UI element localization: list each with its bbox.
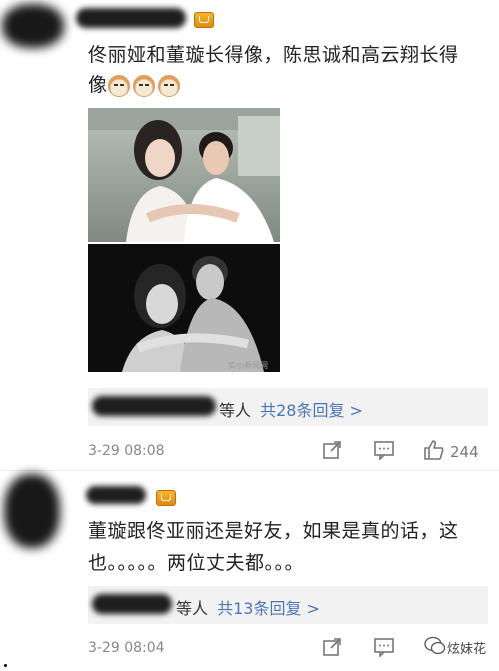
comment-icon[interactable] xyxy=(373,637,395,657)
thumbs-up-icon[interactable] xyxy=(423,439,445,461)
comment-icon[interactable] xyxy=(373,440,395,460)
reply-summary[interactable]: 等人 共13条回复 > xyxy=(176,595,320,619)
reply-suffix: 等人 xyxy=(176,599,209,618)
cat-emoji-icon xyxy=(132,74,155,97)
username-redacted[interactable] xyxy=(86,486,146,504)
cat-emoji-icon xyxy=(107,74,130,97)
avatar[interactable] xyxy=(4,474,60,548)
reply-count-link[interactable]: 共28条回复 > xyxy=(260,401,363,420)
username-redacted[interactable] xyxy=(76,8,186,28)
photo-watermark: 实小新闻网 xyxy=(228,361,268,370)
reply-suffix: 等人 xyxy=(219,401,252,420)
bottom-dot xyxy=(4,664,7,667)
comment-text-line-2: 像 xyxy=(88,70,183,97)
reply-username-redacted xyxy=(92,396,216,416)
corner-watermark: 炫妹花 xyxy=(447,642,487,657)
like-count: 244 xyxy=(450,443,479,461)
comment-timestamp: 3-29 08:04 xyxy=(88,640,165,656)
comment-divider xyxy=(0,470,499,471)
share-icon[interactable] xyxy=(322,440,342,460)
share-icon[interactable] xyxy=(322,637,342,657)
reply-summary[interactable]: 等人 共28条回复 > xyxy=(219,397,363,421)
reply-count-link[interactable]: 共13条回复 > xyxy=(217,599,320,618)
crown-icon xyxy=(194,12,214,28)
comment-text-line-1: 董璇跟佟亚丽还是好友，如果是真的话，这 xyxy=(88,520,459,542)
wechat-logo-icon xyxy=(424,636,446,655)
comment-text-line-1: 佟丽娅和董璇长得像，陈思诚和高云翔长得 xyxy=(88,44,459,66)
comment-text-tail: 像 xyxy=(88,74,108,96)
cat-emoji-icon xyxy=(157,74,180,97)
avatar[interactable] xyxy=(2,4,64,48)
reply-username-redacted xyxy=(92,594,172,614)
comment-text-line-2: 也。。。。。两位丈夫都。。。 xyxy=(88,552,305,574)
crown-icon xyxy=(156,490,176,506)
couple-photo-top[interactable] xyxy=(88,108,280,242)
comment-timestamp: 3-29 08:08 xyxy=(88,443,165,459)
couple-photo-bottom[interactable] xyxy=(88,244,280,372)
